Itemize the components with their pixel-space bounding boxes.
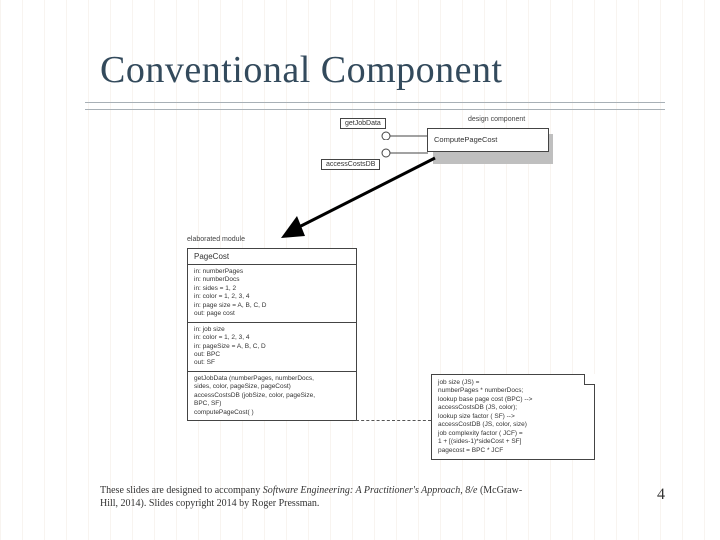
line: computePageCost( ) <box>194 409 350 417</box>
line: sides, color, pageSize, pageCost) <box>194 383 350 391</box>
component-stereotype: design component <box>468 116 525 123</box>
interface-getjobdata: getJobData <box>340 118 386 129</box>
line: lookup base page cost (BPC) --> <box>438 396 588 404</box>
line: out: SF <box>194 359 350 367</box>
pseudocode-note: job size (JS) = numberPages * numberDocs… <box>431 374 595 460</box>
slide-title: Conventional Component <box>100 48 503 92</box>
elaborated-sec1: in: numberPages in: numberDocs in: sides… <box>188 265 356 323</box>
line: numberPages * numberDocs; <box>438 387 588 395</box>
line: getJobData (numberPages, numberDocs, <box>194 375 350 383</box>
elaborated-sec2: in: job size in: color = 1, 2, 3, 4 in: … <box>188 323 356 372</box>
elaborated-name: PageCost <box>188 249 356 265</box>
elaborated-module: PageCost in: numberPages in: numberDocs … <box>187 248 357 421</box>
component-box: ComputePageCost <box>427 128 549 152</box>
line: 1 + [(sides-1)*sideCost + SF] <box>438 438 588 446</box>
line: lookup size factor ( SF) --> <box>438 413 588 421</box>
lollipop-1 <box>380 126 430 140</box>
line: in: job size <box>194 326 350 334</box>
footer-text: These slides are designed to accompany S… <box>100 485 540 510</box>
line: in: numberDocs <box>194 276 350 284</box>
line: job complexity factor ( JCF) = <box>438 430 588 438</box>
line: in: numberPages <box>194 268 350 276</box>
page-number: 4 <box>657 486 665 504</box>
footer-a: These slides are designed to accompany <box>100 485 263 496</box>
elaborated-sec3: getJobData (numberPages, numberDocs, sid… <box>188 372 356 420</box>
elaboration-arrow <box>275 154 445 244</box>
line: in: page size = A, B, C, D <box>194 302 350 310</box>
line: BPC, SF) <box>194 400 350 408</box>
title-divider <box>85 102 665 110</box>
line: accessCostsDB (jobSize, color, pageSize, <box>194 392 350 400</box>
footer-b: Software Engineering: A Practitioner's A… <box>263 485 478 496</box>
line: out: page cost <box>194 310 350 318</box>
line: pagecost = BPC * JCF <box>438 447 588 455</box>
elaborated-stereotype: elaborated module <box>187 236 245 243</box>
note-fold-icon <box>584 374 595 385</box>
note-connector <box>356 420 431 421</box>
line: job size (JS) = <box>438 379 588 387</box>
line: in: color = 1, 2, 3, 4 <box>194 334 350 342</box>
diagram-area: design component ComputePageCost getJobD… <box>165 120 650 480</box>
line: out: BPC <box>194 351 350 359</box>
line: in: color = 1, 2, 3, 4 <box>194 293 350 301</box>
line: accessCostsDB (JS, color); <box>438 404 588 412</box>
line: in: pageSize = A, B, C, D <box>194 343 350 351</box>
line: accessCostDB (JS, color, size) <box>438 421 588 429</box>
line: in: sides = 1, 2 <box>194 285 350 293</box>
